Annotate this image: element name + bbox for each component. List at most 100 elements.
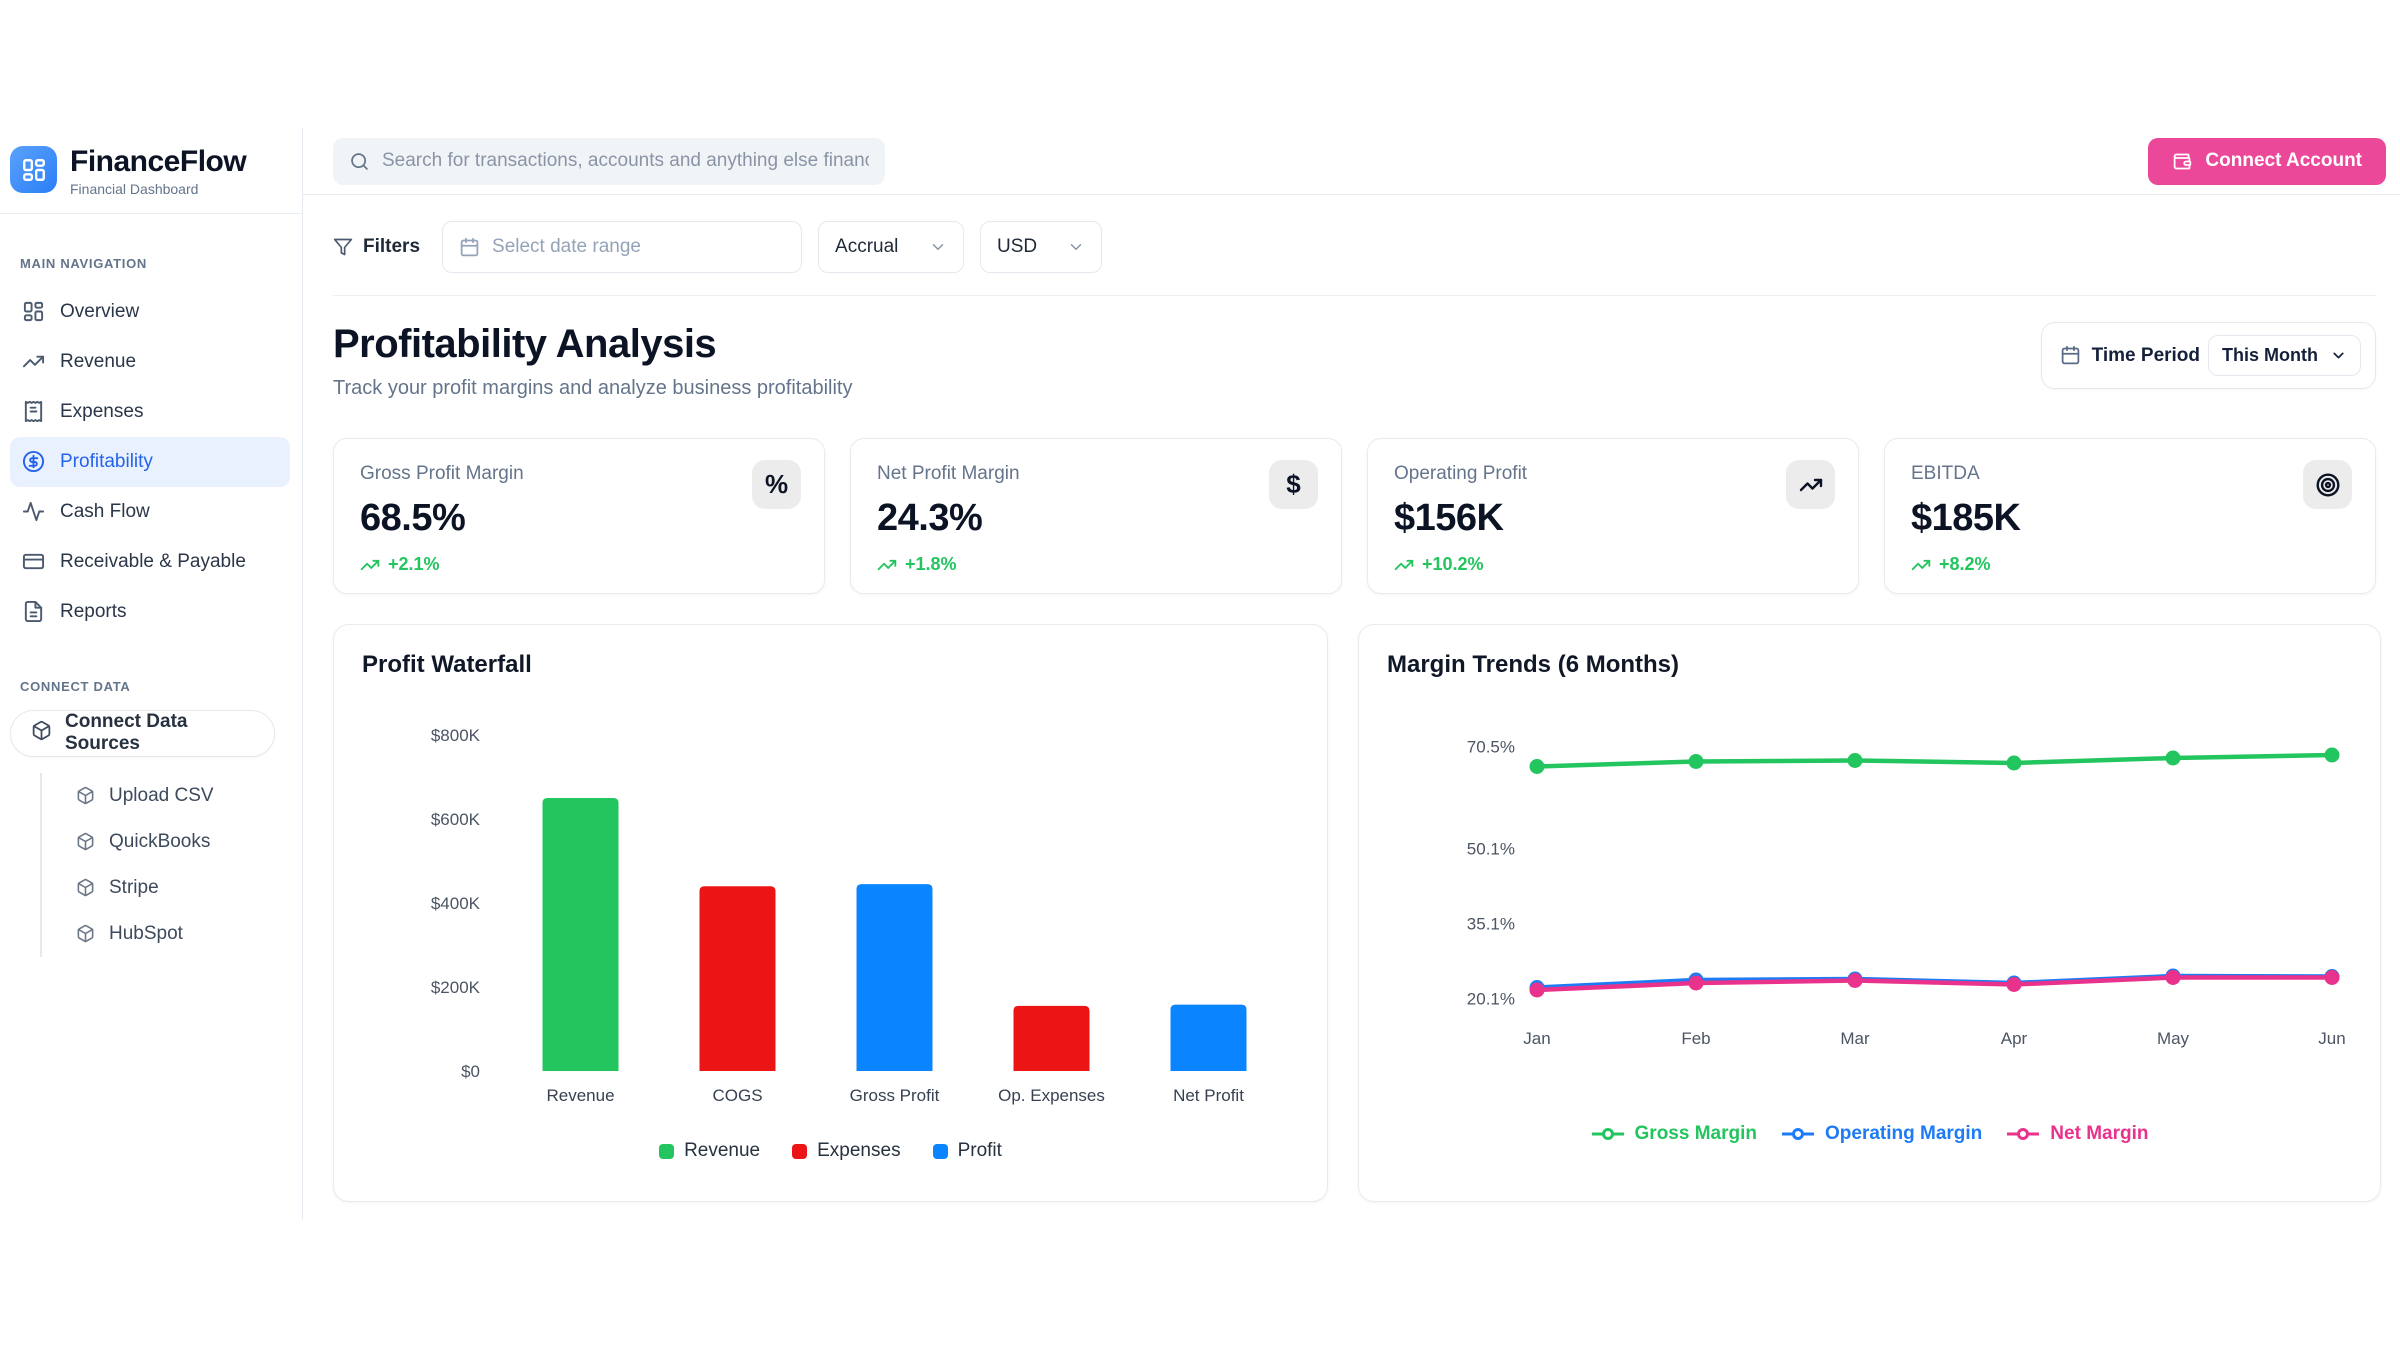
credit-card-icon [22, 550, 45, 573]
date-range-input[interactable] [492, 236, 785, 258]
wallet-icon [2172, 151, 2193, 172]
kpi-label: Net Profit Margin [877, 463, 1315, 485]
x-tick-label: Revenue [546, 1086, 614, 1105]
data-point-Net Margin [1530, 983, 1545, 998]
y-tick-label: $400K [431, 894, 481, 913]
section-header: Profitability Analysis Track your profit… [333, 322, 2376, 400]
waterfall-chart-title: Profit Waterfall [362, 651, 1299, 679]
data-point-Net Margin [2325, 970, 2340, 985]
sidebar-item-label: Reports [60, 601, 127, 623]
chevron-down-icon [1067, 238, 1085, 256]
package-icon [76, 924, 95, 943]
margin-trends-chart[interactable]: 20.1%35.1%50.1%70.5%JanFebMarAprMayJun [1387, 679, 2352, 1114]
kpi-delta: +1.8% [877, 554, 1315, 575]
x-tick-label: Apr [2001, 1029, 2028, 1048]
kpi-value: $185K [1911, 497, 2349, 540]
sidebar-item-label: Overview [60, 301, 139, 323]
target-icon [2303, 460, 2352, 509]
trending-up-icon [1786, 460, 1835, 509]
brand-tagline: Financial Dashboard [70, 181, 246, 197]
connect-button-label: Connect Data Sources [65, 711, 254, 755]
accounting-basis-select[interactable]: Accrual [818, 221, 964, 273]
sidebar-item-label: Expenses [60, 401, 143, 423]
x-tick-label: Mar [1840, 1029, 1870, 1048]
source-item-upload-csv[interactable]: Upload CSV [42, 773, 290, 819]
funnel-icon [333, 237, 353, 257]
y-tick-label: $800K [431, 726, 481, 745]
sidebar-item-reports[interactable]: Reports [10, 587, 290, 637]
x-tick-label: Jan [1523, 1029, 1550, 1048]
source-item-quickbooks[interactable]: QuickBooks [42, 819, 290, 865]
time-period-select[interactable]: This Month [2208, 335, 2361, 376]
legend-item-operating-margin: Operating Margin [1781, 1123, 1982, 1145]
legend-swatch [659, 1144, 674, 1159]
source-item-hubspot[interactable]: HubSpot [42, 911, 290, 957]
package-icon [76, 832, 95, 851]
trending-up-icon [1911, 555, 1931, 575]
x-tick-label: Jun [2318, 1029, 2345, 1048]
x-tick-label: Gross Profit [850, 1086, 940, 1105]
trend-line-Gross Margin [1537, 755, 2332, 767]
profit-waterfall-panel: Profit Waterfall $0$200K$400K$600K$800KR… [333, 624, 1328, 1202]
sidebar-item-label: Profitability [60, 451, 153, 473]
date-range-field[interactable] [442, 221, 802, 273]
kpi-value: 68.5% [360, 497, 798, 540]
data-point-Gross Margin [2325, 748, 2340, 763]
sidebar-item-label: Cash Flow [60, 501, 150, 523]
source-item-stripe[interactable]: Stripe [42, 865, 290, 911]
sidebar-item-expenses[interactable]: Expenses [10, 387, 290, 437]
connect-account-label: Connect Account [2205, 150, 2362, 172]
brand-logo: FinanceFlow Financial Dashboard [10, 146, 290, 197]
calendar-icon [459, 237, 480, 258]
y-tick-label: $0 [461, 1062, 480, 1081]
sidebar-item-cash-flow[interactable]: Cash Flow [10, 487, 290, 537]
data-point-Gross Margin [1530, 759, 1545, 774]
nav-section-label: MAIN NAVIGATION [20, 256, 290, 271]
kpi-card-ebitda: EBITDA $185K +8.2% [1884, 438, 2376, 594]
waterfall-bar-COGS [700, 886, 776, 1071]
y-tick-label: 20.1% [1467, 990, 1515, 1009]
kpi-card-net-profit-margin: Net Profit Margin 24.3% +1.8% $ [850, 438, 1342, 594]
sidebar-item-overview[interactable]: Overview [10, 287, 290, 337]
legend-item-revenue: Revenue [659, 1140, 760, 1162]
top-bar: Connect Account [303, 128, 2400, 195]
waterfall-legend: Revenue Expenses Profit [362, 1140, 1299, 1162]
connect-account-button[interactable]: Connect Account [2148, 138, 2386, 185]
content: Filters Accrual USD Profitability Analy [303, 195, 2400, 1202]
search-icon [349, 151, 370, 172]
kpi-card-gross-profit-margin: Gross Profit Margin 68.5% +2.1% % [333, 438, 825, 594]
chevron-down-icon [929, 238, 947, 256]
time-period-card: Time Period This Month [2041, 322, 2376, 389]
sidebar-item-receivable-payable[interactable]: Receivable & Payable [10, 537, 290, 587]
sidebar-item-profitability[interactable]: Profitability [10, 437, 290, 487]
page-title: Profitability Analysis [333, 322, 853, 367]
connect-data-sources-button[interactable]: Connect Data Sources [10, 710, 275, 757]
sidebar-item-revenue[interactable]: Revenue [10, 337, 290, 387]
source-item-label: QuickBooks [109, 831, 210, 853]
main-area: Connect Account Filters Accrual USD [303, 128, 2400, 1220]
kpi-card-operating-profit: Operating Profit $156K +10.2% [1367, 438, 1859, 594]
sidebar: FinanceFlow Financial Dashboard MAIN NAV… [0, 128, 303, 1220]
search-input[interactable] [382, 150, 869, 172]
profit-waterfall-chart[interactable]: $0$200K$400K$600K$800KRevenueCOGSGross P… [362, 679, 1297, 1131]
source-item-label: Stripe [109, 877, 159, 899]
y-tick-label: 70.5% [1467, 738, 1515, 757]
waterfall-bar-Op. Expenses [1014, 1006, 1090, 1071]
kpi-row: Gross Profit Margin 68.5% +2.1% % Net Pr… [333, 438, 2376, 594]
overview-grid-icon [22, 300, 45, 323]
x-tick-label: May [2157, 1029, 2190, 1048]
line-marker-icon [1781, 1127, 1815, 1141]
receipt-icon [22, 400, 45, 423]
global-search[interactable] [333, 138, 885, 185]
kpi-delta: +2.1% [360, 554, 798, 575]
legend-swatch [792, 1144, 807, 1159]
kpi-label: Gross Profit Margin [360, 463, 798, 485]
connect-sources-list: Upload CSV QuickBooks Stripe HubSpot [40, 773, 290, 957]
percent-icon: % [752, 460, 801, 509]
waterfall-bar-Revenue [543, 798, 619, 1071]
x-tick-label: COGS [712, 1086, 762, 1105]
time-period-label: Time Period [2092, 345, 2200, 367]
app-shell: FinanceFlow Financial Dashboard MAIN NAV… [0, 128, 2400, 1220]
connect-section-label: CONNECT DATA [20, 679, 290, 694]
currency-select[interactable]: USD [980, 221, 1102, 273]
